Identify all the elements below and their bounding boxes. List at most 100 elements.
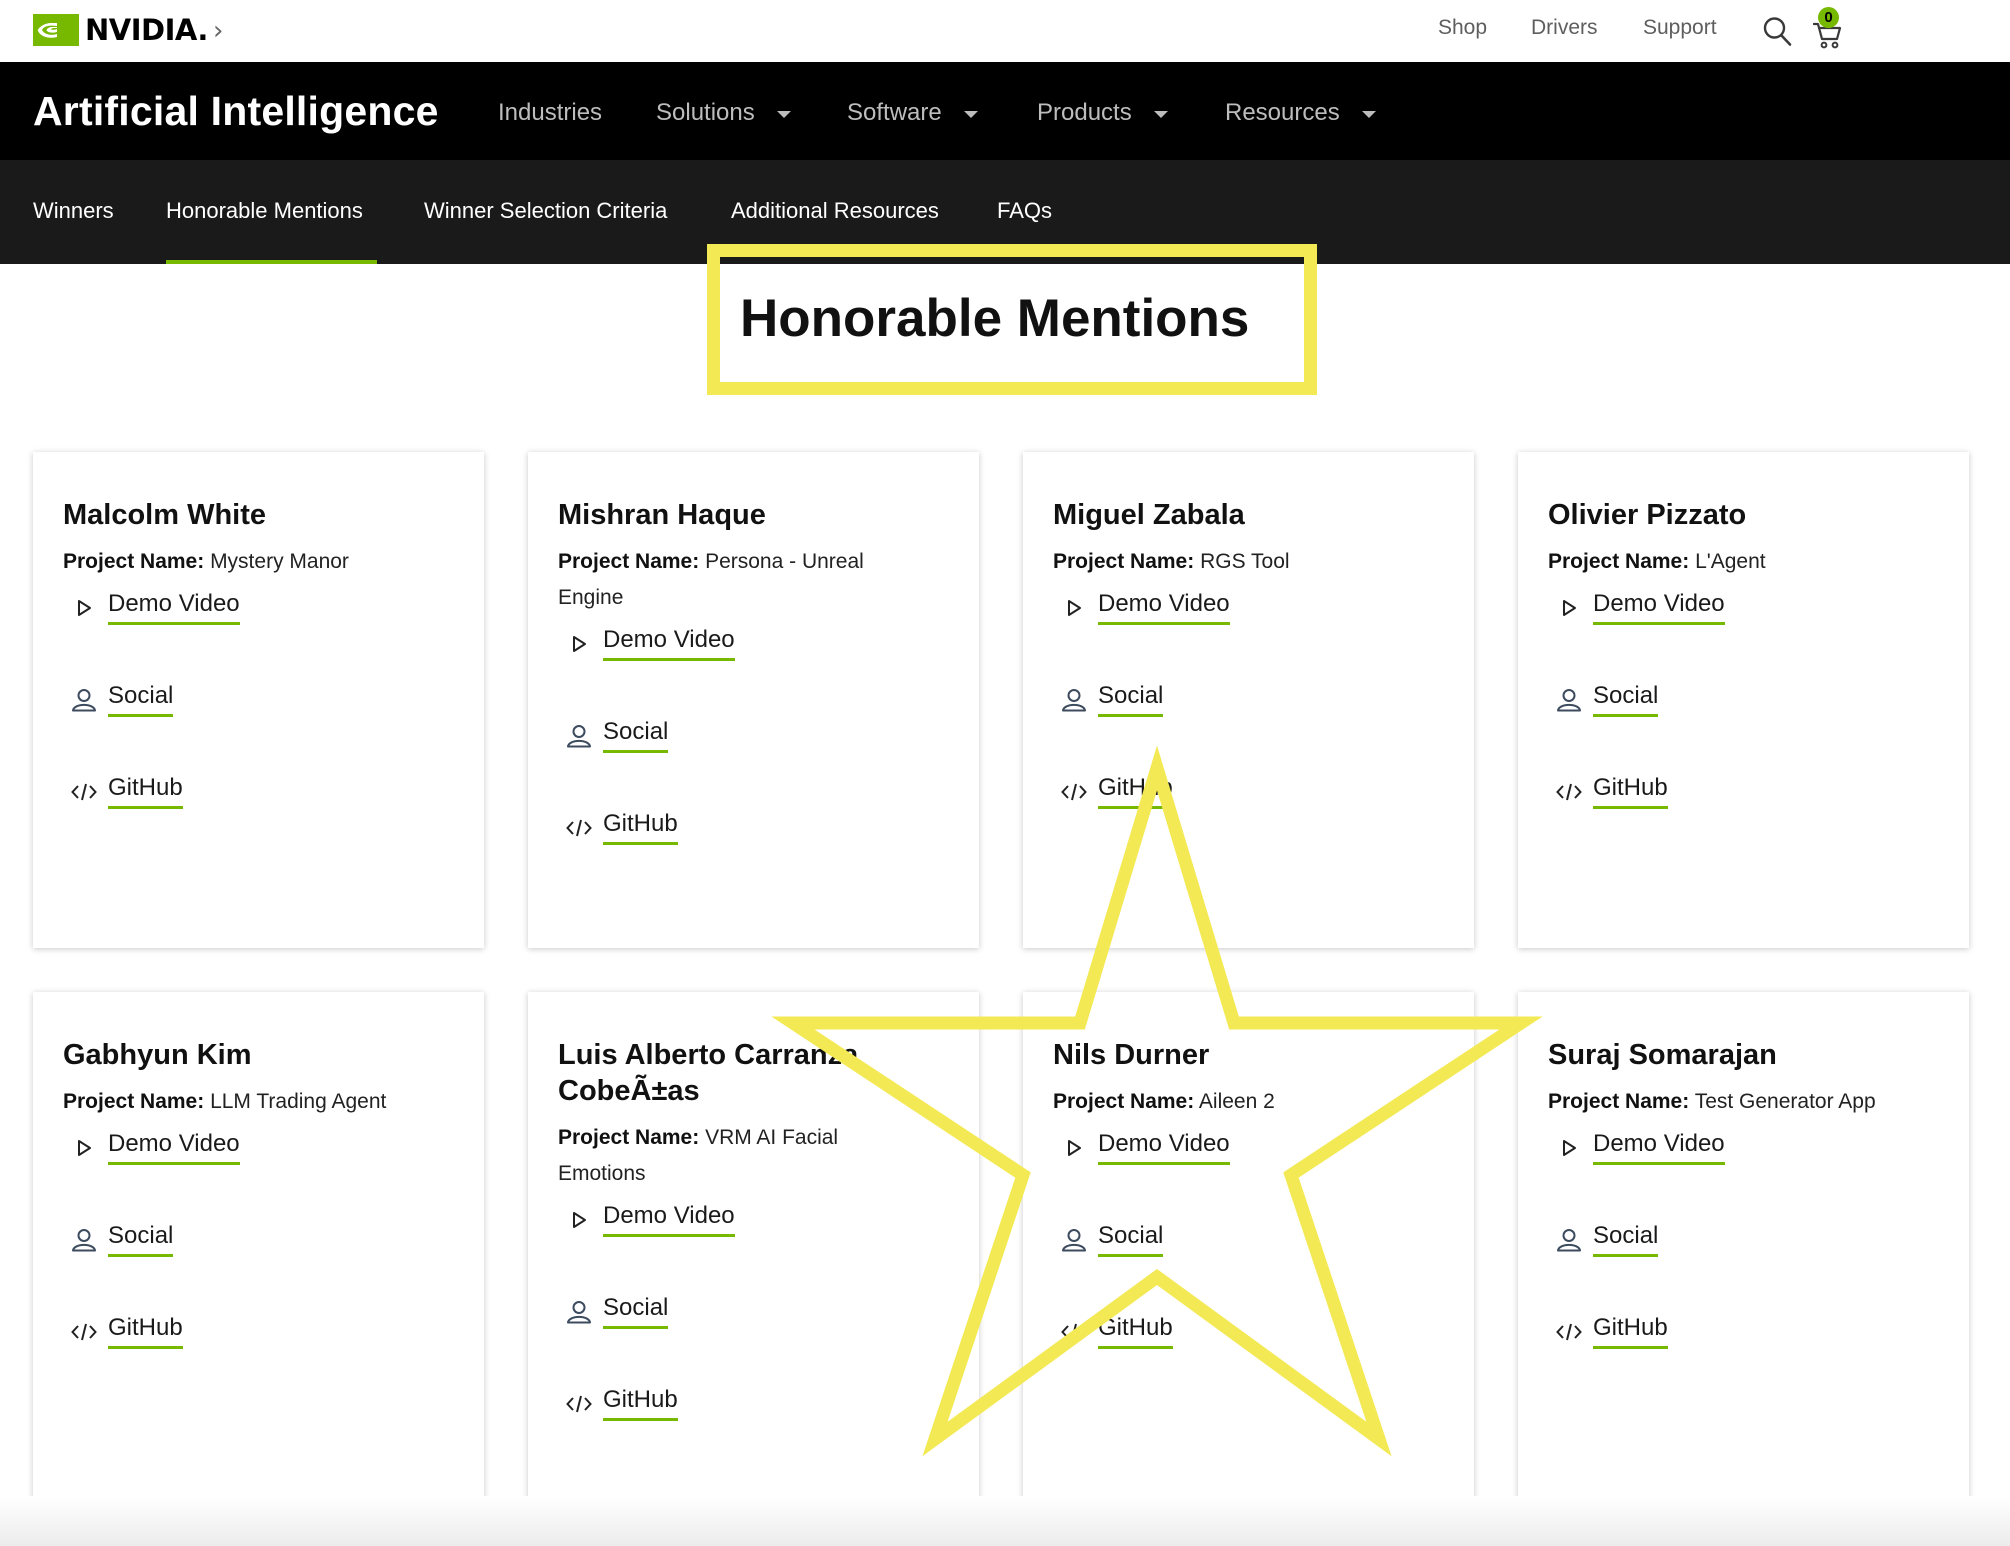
link-label: GitHub [603,1386,678,1421]
link-label: Social [603,1294,669,1329]
social-link[interactable]: Social [1555,682,1659,717]
code-icon [565,814,593,842]
social-link[interactable]: Social [1060,682,1164,717]
link-label: GitHub [1593,774,1668,809]
project-info: Project Name: Persona - Unreal Engine [558,544,898,616]
social-link[interactable]: Social [70,682,174,717]
demo-video-link[interactable]: Demo Video [1555,590,1725,625]
nav-label: Industries [498,99,603,126]
honoree-card: Luis Alberto Carranza CobeÃ±as Project Na… [528,992,979,1524]
caret-down-icon [963,110,978,118]
main-navigation: Artificial Intelligence Industries Solut… [0,62,2010,160]
logo-wordmark: NVIDIA. [85,13,208,47]
cart-count-badge: 0 [1818,7,1839,28]
social-link[interactable]: Social [565,718,669,753]
project-name-value: Mystery Manor [210,550,349,573]
github-link[interactable]: GitHub [565,810,678,845]
demo-video-link[interactable]: Demo Video [70,1130,240,1165]
demo-video-link[interactable]: Demo Video [70,590,240,625]
social-link[interactable]: Social [70,1222,174,1257]
project-name-label: Project Name: [1053,1090,1195,1113]
nav-industries[interactable]: Industries [498,99,602,127]
user-icon [1060,1226,1088,1254]
link-label: GitHub [603,810,678,845]
project-info: Project Name: LLM Trading Agent [63,1084,463,1120]
caret-down-icon [776,110,791,118]
nav-products[interactable]: Products [1037,99,1168,127]
demo-video-link[interactable]: Demo Video [565,626,735,661]
honoree-name: Mishran Haque [558,499,766,531]
honoree-name: Malcolm White [63,499,267,531]
link-label: GitHub [1098,1314,1173,1349]
user-icon [70,686,98,714]
subnav-additional-resources[interactable]: Additional Resources [731,198,939,224]
project-name-label: Project Name: [1548,550,1690,573]
github-link[interactable]: GitHub [70,774,183,809]
subnav-faqs[interactable]: FAQs [997,198,1052,224]
github-link[interactable]: GitHub [1060,1314,1173,1349]
nav-software[interactable]: Software [847,99,978,127]
github-link[interactable]: GitHub [1555,774,1668,809]
project-name-label: Project Name: [558,1126,700,1149]
demo-video-link[interactable]: Demo Video [565,1202,735,1237]
nav-solutions[interactable]: Solutions [656,99,791,127]
link-label: Demo Video [1593,590,1725,625]
nav-resources[interactable]: Resources [1225,99,1376,127]
project-info: Project Name: Test Generator App [1548,1084,1948,1120]
github-link[interactable]: GitHub [1555,1314,1668,1349]
nav-label: Products [1037,99,1132,126]
honoree-card: Malcolm White Project Name: Mystery Manor… [33,452,484,948]
project-info: Project Name: VRM AI Facial Emotions [558,1120,868,1192]
github-link[interactable]: GitHub [565,1386,678,1421]
project-name-value: RGS Tool [1200,550,1290,573]
code-icon [70,1318,98,1346]
link-label: GitHub [1098,774,1173,809]
demo-video-link[interactable]: Demo Video [1555,1130,1725,1165]
honoree-name: Gabhyun Kim [63,1039,252,1071]
play-icon [70,594,98,622]
honoree-name: Olivier Pizzato [1548,499,1747,531]
link-label: Demo Video [1098,590,1230,625]
subnav-honorable-mentions[interactable]: Honorable Mentions [166,198,363,224]
play-icon [1555,594,1583,622]
shop-link[interactable]: Shop [1438,16,1487,40]
nav-label: Software [847,99,942,126]
link-label: Social [603,718,669,753]
section-title[interactable]: Artificial Intelligence [33,88,439,135]
demo-video-link[interactable]: Demo Video [1060,590,1230,625]
social-link[interactable]: Social [565,1294,669,1329]
honoree-card: Nils Durner Project Name: Aileen 2 Demo Vi… [1023,992,1474,1524]
page-bottom-fade [0,1496,2010,1546]
demo-video-link[interactable]: Demo Video [1060,1130,1230,1165]
github-link[interactable]: GitHub [1060,774,1173,809]
link-label: Demo Video [1098,1130,1230,1165]
play-icon [1555,1134,1583,1162]
user-icon [1060,686,1088,714]
honoree-name: Miguel Zabala [1053,499,1245,531]
link-label: Social [1593,1222,1659,1257]
link-label: Demo Video [603,1202,735,1237]
link-label: Social [1593,682,1659,717]
chevron-right-icon[interactable]: › [213,16,223,46]
project-info: Project Name: Mystery Manor [63,544,463,580]
social-link[interactable]: Social [1060,1222,1164,1257]
github-link[interactable]: GitHub [70,1314,183,1349]
link-label: Demo Video [603,626,735,661]
honoree-card: Olivier Pizzato Project Name: L'Agent Demo… [1518,452,1969,948]
code-icon [1060,1318,1088,1346]
code-icon [1555,1318,1583,1346]
drivers-link[interactable]: Drivers [1531,16,1598,40]
honoree-card: Miguel Zabala Project Name: RGS Tool Demo … [1023,452,1474,948]
honoree-name: Suraj Somarajan [1548,1039,1777,1071]
play-icon [1060,594,1088,622]
subnav-winner-selection-criteria[interactable]: Winner Selection Criteria [424,198,667,224]
subnav-winners[interactable]: Winners [33,198,114,224]
social-link[interactable]: Social [1555,1222,1659,1257]
highlight-box-annotation [707,244,1317,395]
support-link[interactable]: Support [1643,16,1717,40]
link-label: Social [108,1222,174,1257]
code-icon [70,778,98,806]
search-icon[interactable] [1762,15,1792,47]
nvidia-logo[interactable]: NVIDIA. [33,13,208,47]
user-icon [1555,1226,1583,1254]
